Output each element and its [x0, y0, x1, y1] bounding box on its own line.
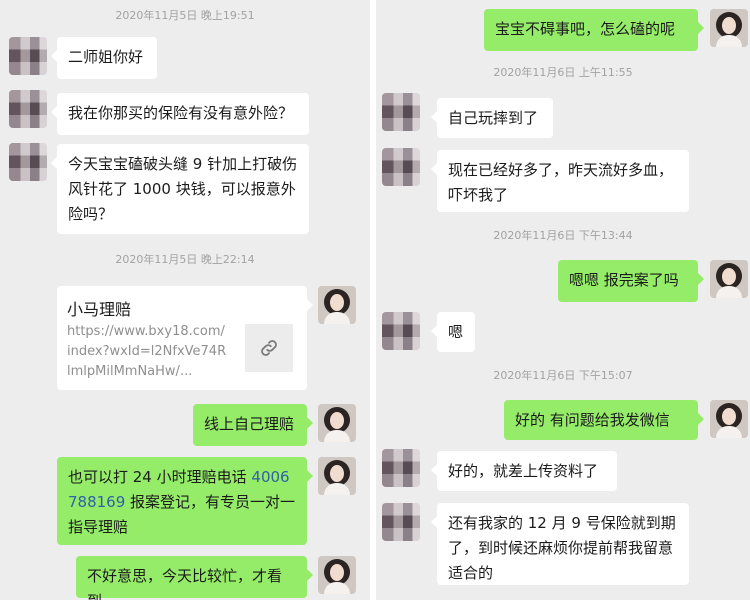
outgoing-message: 不好意思，今天比较忙，才看到 — [76, 556, 313, 600]
incoming-message: 还有我家的 12 月 9 号保险就到期了，到时候还麻烦你提前帮我留意适合的 — [431, 503, 689, 585]
timestamp: 2020年11月6日 上午11:55 — [493, 66, 633, 79]
contact-avatar[interactable] — [9, 143, 47, 181]
agent-avatar[interactable] — [710, 9, 748, 47]
incoming-message: 现在已经好多了，昨天流好多血，吓坏我了 — [431, 150, 689, 212]
agent-avatar[interactable] — [318, 556, 356, 594]
incoming-message: 自己玩摔到了 — [431, 98, 553, 138]
link-card-url: https://www.bxy18.com/index?wxId=l2NfxVe… — [67, 324, 227, 379]
agent-avatar[interactable] — [318, 286, 356, 324]
message-text: 也可以打 24 小时理赔电话 — [68, 468, 252, 486]
outgoing-message: 好的 有问题给我发微信 — [504, 400, 704, 440]
agent-avatar[interactable] — [318, 457, 356, 495]
incoming-message: 今天宝宝磕破头缝 9 针加上打破伤风针花了 1000 块钱，可以报意外险吗？ — [51, 144, 309, 234]
link-card-title: 小马理赔 — [67, 300, 132, 319]
agent-avatar[interactable] — [710, 260, 748, 298]
outgoing-message: 宝宝不碍事吧，怎么磕的呢 — [484, 9, 704, 51]
chat-panel-right: 宝宝不碍事吧，怎么磕的呢 2020年11月6日 上午11:55 自己玩摔到了 现… — [376, 0, 750, 600]
timestamp: 2020年11月6日 下午13:44 — [493, 229, 633, 242]
contact-avatar[interactable] — [9, 90, 47, 128]
incoming-message: 二师姐你好 — [51, 37, 157, 79]
contact-avatar[interactable] — [382, 503, 420, 541]
link-card[interactable]: 小马理赔 https://www.bxy18.com/index?wxId=l2… — [57, 286, 313, 390]
chat-panel-left: 2020年11月5日 晚上19:51 二师姐你好 我在你那买的保险有没有意外险？… — [0, 0, 370, 600]
link-icon — [261, 340, 277, 356]
timestamp: 2020年11月5日 晚上19:51 — [115, 9, 255, 22]
contact-avatar[interactable] — [9, 37, 47, 75]
outgoing-message: 也可以打 24 小时理赔电话 4006788169 报案登记，有专员一对一指导理… — [57, 457, 313, 545]
incoming-message: 我在你那买的保险有没有意外险？ — [51, 93, 309, 135]
link-card-thumbnail — [245, 324, 293, 372]
timestamp: 2020年11月6日 下午15:07 — [493, 369, 633, 382]
contact-avatar[interactable] — [382, 449, 420, 487]
agent-avatar[interactable] — [318, 404, 356, 442]
contact-avatar[interactable] — [382, 93, 420, 131]
agent-avatar[interactable] — [710, 400, 748, 438]
contact-avatar[interactable] — [382, 148, 420, 186]
contact-avatar[interactable] — [382, 312, 420, 350]
incoming-message: 嗯 — [431, 312, 475, 352]
timestamp: 2020年11月5日 晚上22:14 — [115, 253, 255, 266]
outgoing-message: 线上自己理赔 — [193, 404, 313, 446]
outgoing-message: 嗯嗯 报完案了吗 — [558, 260, 704, 302]
incoming-message: 好的，就差上传资料了 — [431, 451, 617, 491]
